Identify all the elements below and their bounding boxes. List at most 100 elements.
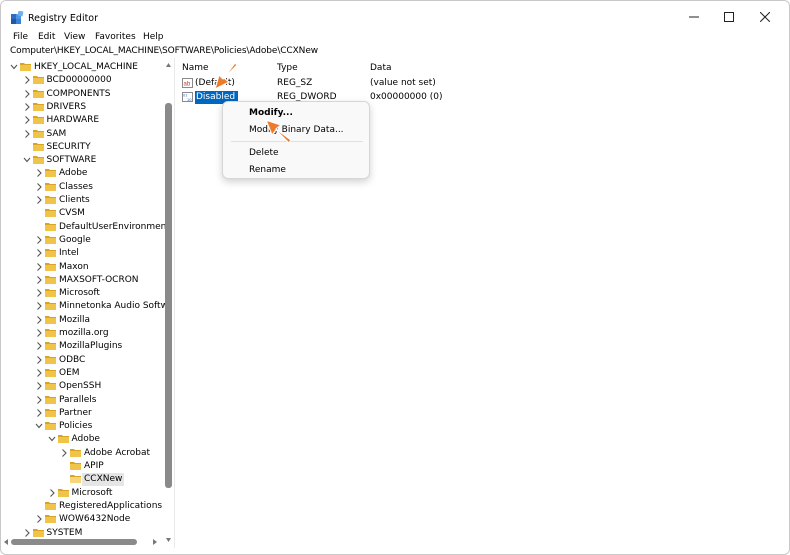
tree-item[interactable]: SAM [1, 128, 165, 141]
tree-item[interactable]: DefaultUserEnvironment [1, 221, 170, 234]
address-bar[interactable]: Computer\HKEY_LOCAL_MACHINE\SOFTWARE\Pol… [10, 46, 782, 58]
tree-item[interactable]: SECURITY [1, 141, 165, 154]
chevron-right-icon[interactable] [23, 129, 31, 139]
context-menu-delete[interactable]: Delete [249, 147, 279, 159]
tree-item[interactable]: Adobe [1, 167, 165, 180]
tree-vertical-scrollbar[interactable] [165, 103, 172, 488]
chevron-down-icon[interactable] [48, 434, 56, 444]
tree-item[interactable]: Google [1, 234, 165, 247]
tree-item-label: WOW6432Node [59, 514, 131, 525]
folder-icon [32, 102, 44, 111]
chevron-right-icon[interactable] [60, 448, 68, 458]
maximize-button[interactable] [714, 6, 744, 28]
key-tree-pane[interactable]: HKEY_LOCAL_MACHINE BCD00000000 COMPONENTS D… [1, 58, 175, 548]
chevron-right-icon[interactable] [35, 288, 43, 298]
chevron-down-icon[interactable] [10, 62, 18, 72]
chevron-right-icon[interactable] [35, 262, 43, 272]
tree-item[interactable]: CCXNew [1, 473, 165, 487]
tree-item[interactable]: Minnetonka Audio Softw [1, 300, 168, 313]
tree-item[interactable]: Parallels [1, 394, 165, 407]
tree-item[interactable]: OpenSSH [1, 380, 165, 393]
tree-item-label: Intel [59, 248, 79, 259]
tree-item[interactable]: Microsoft [1, 487, 165, 500]
chevron-down-icon[interactable] [23, 155, 31, 165]
chevron-right-icon[interactable] [23, 89, 31, 99]
folder-icon [45, 329, 56, 337]
tree-item-label: SYSTEM [46, 527, 83, 538]
tree-item[interactable]: ODBC [1, 354, 165, 367]
tree-item[interactable]: DRIVERS [1, 101, 165, 114]
value-data: 0x00000000 (0) [370, 92, 443, 102]
tree-item[interactable]: Mozilla [1, 314, 165, 327]
tree-item[interactable]: Intel [1, 247, 165, 260]
tree-item[interactable]: APIP [1, 460, 165, 473]
tree-item[interactable]: OEM [1, 367, 165, 380]
tree-item-label: SOFTWARE [46, 155, 97, 166]
tree-item[interactable]: CVSM [1, 207, 165, 220]
tree-item[interactable]: Adobe Acrobat [1, 447, 165, 460]
scroll-down-icon[interactable] [165, 536, 172, 544]
chevron-right-icon[interactable] [35, 315, 43, 325]
tree-item[interactable]: Maxon [1, 261, 165, 274]
menu-favorites[interactable]: Favorites [95, 32, 136, 42]
scroll-right-icon[interactable] [151, 538, 158, 546]
column-header-data[interactable]: Data [370, 63, 392, 73]
folder-icon [45, 501, 56, 510]
chevron-right-icon[interactable] [23, 528, 31, 538]
tree-item[interactable]: BCD00000000 [1, 74, 165, 87]
menu-edit[interactable]: Edit [38, 32, 55, 42]
chevron-right-icon[interactable] [35, 275, 43, 285]
tree-item[interactable]: mozilla.org [1, 327, 165, 340]
chevron-right-icon[interactable] [35, 395, 43, 405]
tree-item[interactable]: Clients [1, 194, 165, 207]
chevron-right-icon[interactable] [35, 514, 43, 524]
scroll-up-icon[interactable] [165, 61, 172, 69]
folder-icon [45, 315, 56, 324]
chevron-right-icon[interactable] [35, 368, 43, 378]
tree-item[interactable]: SYSTEM [1, 527, 165, 540]
tree-item[interactable]: Partner [1, 407, 165, 420]
menu-view[interactable]: View [64, 32, 85, 42]
chevron-right-icon[interactable] [35, 182, 43, 192]
tree-item[interactable]: WOW6432Node [1, 513, 165, 526]
tree-item[interactable]: Microsoft [1, 287, 165, 300]
tree-item[interactable]: COMPONENTS [1, 88, 165, 101]
column-header-type[interactable]: Type [277, 63, 298, 73]
chevron-right-icon[interactable] [35, 248, 43, 258]
menu-help[interactable]: Help [143, 32, 164, 42]
chevron-right-icon[interactable] [35, 328, 43, 338]
tree-item[interactable]: SOFTWARE [1, 154, 165, 167]
minimize-button[interactable] [679, 6, 709, 28]
context-menu-rename[interactable]: Rename [249, 164, 286, 176]
chevron-right-icon[interactable] [35, 301, 43, 311]
chevron-right-icon[interactable] [23, 75, 31, 85]
chevron-right-icon[interactable] [23, 102, 31, 112]
tree-item[interactable]: HKEY_LOCAL_MACHINE [1, 61, 165, 74]
close-button[interactable] [750, 6, 780, 28]
chevron-right-icon[interactable] [35, 408, 43, 418]
tree-item[interactable]: HARDWARE [1, 114, 165, 127]
chevron-down-icon[interactable] [35, 421, 43, 431]
tree-item[interactable]: Classes [1, 181, 165, 194]
tree-item[interactable]: Adobe [1, 433, 165, 446]
value-row-default[interactable]: ab (Default) REG_SZ (value not set) [176, 77, 776, 90]
folder-icon [70, 462, 81, 470]
folder-icon [32, 156, 44, 165]
chevron-right-icon[interactable] [35, 195, 43, 205]
chevron-right-icon[interactable] [35, 235, 43, 245]
chevron-right-icon[interactable] [23, 115, 31, 125]
tree-horizontal-scrollbar[interactable] [11, 539, 137, 545]
chevron-right-icon[interactable] [35, 168, 43, 178]
chevron-right-icon[interactable] [35, 381, 43, 391]
chevron-right-icon[interactable] [35, 341, 43, 351]
pointer-arrow-icon [265, 119, 292, 144]
tree-item[interactable]: RegisteredApplications [1, 500, 165, 513]
tree-item[interactable]: MAXSOFT-OCRON [1, 274, 165, 287]
chevron-right-icon[interactable] [35, 355, 43, 365]
scroll-left-icon[interactable] [3, 538, 10, 546]
tree-item[interactable]: MozillaPlugins [1, 340, 165, 353]
menu-file[interactable]: File [13, 32, 28, 42]
column-header-name[interactable]: Name [182, 63, 209, 73]
tree-item[interactable]: Policies [1, 420, 165, 433]
chevron-right-icon[interactable] [48, 488, 56, 498]
